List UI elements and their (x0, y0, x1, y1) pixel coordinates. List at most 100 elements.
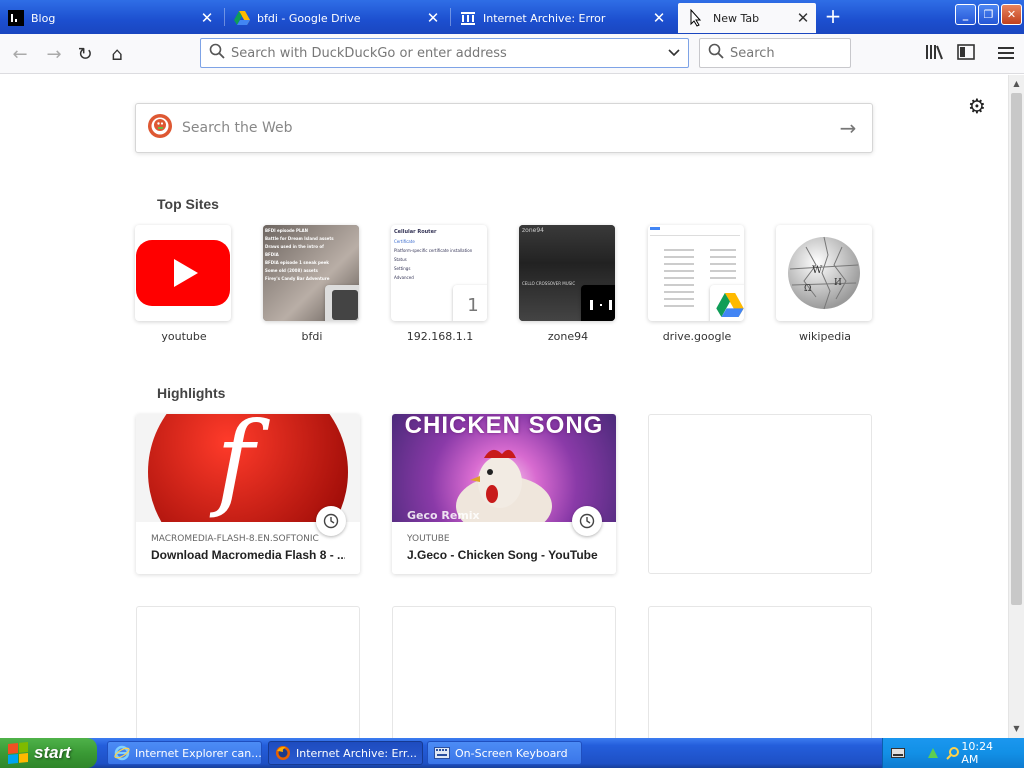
highlight-card-chicken-song[interactable]: CHICKEN SONG Geco Remix YOUTUBE J.Geco -… (392, 414, 616, 574)
clock[interactable]: 10:24 AM (961, 740, 1012, 766)
history-clock-icon (316, 506, 346, 536)
router-thumbnail-text: Cellular Router Certificate Platform-spe… (394, 229, 473, 280)
new-tab-page: ⚙ → Top Sites youtube BFDI episode PLAN … (0, 75, 1008, 738)
scroll-down-arrow-icon[interactable]: ▼ (1009, 722, 1024, 736)
highlight-title: J.Geco - Chicken Song - YouTube (407, 548, 598, 562)
taskbar-item-label: Internet Archive: Err... (296, 746, 417, 760)
blog-favicon-icon (8, 10, 24, 26)
tab-title: Blog (31, 11, 56, 25)
search-go-arrow-icon[interactable]: → (824, 116, 872, 140)
tab-internet-archive[interactable]: Internet Archive: Error ✕ (452, 3, 672, 33)
top-site-wikipedia[interactable]: W И Ω wikipedia (776, 225, 874, 343)
settings-gear-icon[interactable]: ⚙ (964, 93, 990, 119)
flash-f-glyph: f (216, 414, 255, 521)
menu-button[interactable] (992, 40, 1020, 68)
restore-button[interactable]: ❐ (978, 4, 999, 25)
wikipedia-globe-icon: W И Ω (788, 236, 860, 310)
hamburger-menu-icon (998, 44, 1014, 65)
back-button[interactable]: ← (6, 40, 34, 68)
search-icon (708, 43, 724, 63)
top-site-drive-google[interactable]: drive.google (648, 225, 746, 343)
close-window-button[interactable]: ✕ (1001, 4, 1022, 25)
chicken-song-subtitle-art: Geco Remix (407, 509, 480, 522)
highlights-heading: Highlights (157, 385, 226, 401)
forward-arrow-icon: → (46, 43, 62, 65)
top-site-label: zone94 (547, 330, 589, 343)
top-site-youtube[interactable]: youtube (135, 225, 233, 343)
keyboard-tray-icon[interactable] (889, 744, 906, 762)
search-bar[interactable] (699, 38, 851, 68)
site-badge (581, 285, 615, 321)
taskbar-item-on-screen-keyboard[interactable]: On-Screen Keyboard (427, 741, 582, 765)
top-site-label: bfdi (301, 330, 323, 343)
top-sites-heading: Top Sites (157, 196, 219, 212)
minimize-icon: _ (962, 8, 969, 21)
highlight-placeholder (648, 414, 872, 574)
windows-taskbar: start Internet Explorer can... Internet … (0, 738, 1024, 768)
close-icon: ✕ (1006, 8, 1017, 21)
url-dropdown-icon[interactable] (660, 46, 688, 60)
svg-text:И: И (834, 278, 842, 288)
start-button[interactable]: start (0, 738, 97, 768)
tab-strip: Blog ✕ bfdi - Google Drive ✕ Internet Ar… (0, 0, 1024, 34)
mouse-cursor-icon (686, 9, 706, 27)
taskbar-item-internet-explorer[interactable]: Internet Explorer can... (107, 741, 262, 765)
sidebar-icon (957, 43, 975, 65)
network-tray-icon[interactable] (924, 744, 941, 762)
home-icon: ⌂ (111, 43, 123, 65)
scrollbar-thumb[interactable] (1011, 93, 1022, 605)
tab-blog[interactable]: Blog ✕ (0, 3, 220, 33)
top-site-label: wikipedia (798, 330, 851, 343)
tab-close-icon[interactable]: ✕ (420, 9, 446, 27)
taskbar-item-label: On-Screen Keyboard (455, 746, 568, 760)
site-badge (710, 285, 744, 321)
top-site-label: 192.168.1.1 (406, 330, 474, 343)
duckduckgo-icon (148, 114, 172, 142)
home-button[interactable]: ⌂ (103, 40, 131, 68)
windows-flag-icon (8, 741, 28, 765)
highlight-thumbnail: f (136, 414, 360, 572)
zone94-favicon-icon (590, 300, 612, 310)
top-site-bfdi[interactable]: BFDI episode PLAN Battle for Dream Islan… (263, 225, 361, 343)
web-search-input[interactable] (182, 120, 824, 136)
highlight-placeholder (136, 606, 360, 738)
svg-text:Ω: Ω (804, 284, 811, 294)
new-tab-button[interactable]: + (820, 5, 846, 29)
zone94-thumbnail-subtitle: CELLO CROSSOVER MUSIC (522, 281, 576, 286)
top-site-router[interactable]: Cellular Router Certificate Platform-spe… (391, 225, 489, 343)
site-badge (325, 285, 359, 321)
tab-new-tab[interactable]: New Tab ✕ (678, 3, 816, 33)
search-tray-icon[interactable] (944, 744, 961, 762)
highlight-card-flash[interactable]: f MACROMEDIA-FLASH-8.EN.SOFTONIC Downloa… (136, 414, 360, 574)
zone94-thumbnail-title: zone94 (522, 227, 544, 234)
web-search-box[interactable]: → (135, 103, 873, 153)
library-button[interactable] (920, 40, 948, 68)
forward-button[interactable]: → (40, 40, 68, 68)
vertical-scrollbar[interactable]: ▲ ▼ (1008, 75, 1024, 738)
reload-icon: ↻ (77, 43, 93, 65)
tab-title: Internet Archive: Error (483, 11, 606, 25)
reload-button[interactable]: ↻ (71, 40, 99, 68)
tab-close-icon[interactable]: ✕ (646, 9, 672, 27)
address-bar[interactable] (200, 38, 689, 68)
sidebar-button[interactable] (952, 40, 980, 68)
highlight-thumbnail: CHICKEN SONG Geco Remix (392, 414, 616, 536)
highlight-source: MACROMEDIA-FLASH-8.EN.SOFTONIC (151, 534, 319, 544)
top-site-label: drive.google (662, 330, 732, 343)
bfdi-favicon-icon (332, 290, 358, 320)
search-input[interactable] (730, 45, 850, 61)
address-input[interactable] (231, 45, 660, 61)
google-drive-icon (716, 293, 744, 317)
tab-bfdi-google-drive[interactable]: bfdi - Google Drive ✕ (226, 3, 446, 33)
top-site-tile: zone94 CELLO CROSSOVER MUSIC (519, 225, 615, 321)
back-arrow-icon: ← (12, 43, 28, 65)
taskbar-item-internet-archive[interactable]: Internet Archive: Err... (268, 741, 423, 765)
tab-close-icon[interactable]: ✕ (194, 9, 220, 27)
svg-text:W: W (812, 265, 823, 276)
minimize-button[interactable]: _ (955, 4, 976, 25)
highlight-source: YOUTUBE (407, 534, 450, 544)
tab-close-icon[interactable]: ✕ (790, 9, 816, 27)
scroll-up-arrow-icon[interactable]: ▲ (1009, 77, 1024, 91)
top-site-zone94[interactable]: zone94 CELLO CROSSOVER MUSIC zone94 (519, 225, 617, 343)
library-icon (925, 44, 943, 65)
